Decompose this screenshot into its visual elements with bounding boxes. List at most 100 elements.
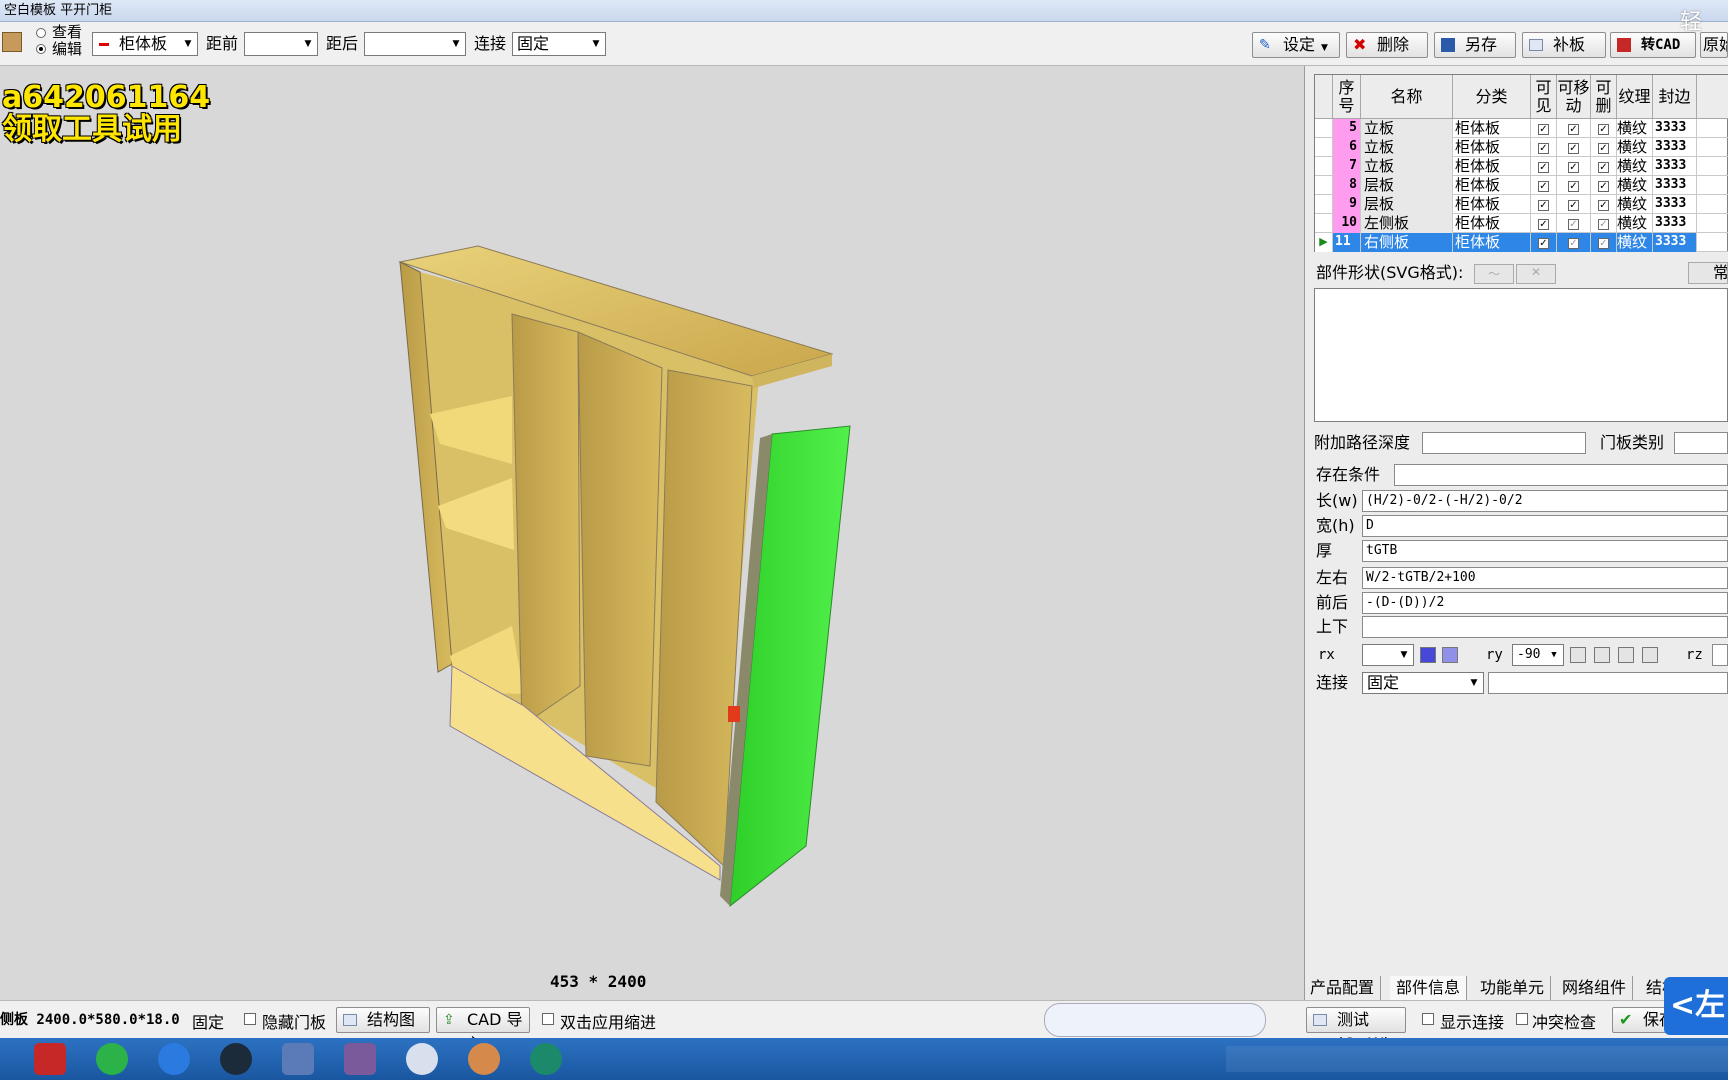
grid-header-category[interactable]: 分类 [1453,75,1531,119]
shape-draw-button[interactable]: 〜 [1474,264,1514,284]
deletable-checkbox[interactable]: ✓ [1591,119,1617,138]
visible-checkbox[interactable]: ✓ [1531,195,1557,214]
parts-grid[interactable]: 序号 名称 分类 可见 可移动 可删 纹理 封边 5 立板 柜体板 ✓ ✓ ✓ … [1314,74,1728,252]
ry-option-3-button[interactable] [1618,647,1634,663]
part-connect-extra-input[interactable] [1488,672,1728,694]
path-depth-label: 附加路径深度 [1314,433,1411,452]
rz-input[interactable] [1712,644,1728,666]
shape-clear-button[interactable]: ✕ [1516,264,1556,284]
movable-checkbox[interactable]: ✓ [1557,138,1591,157]
deletable-checkbox[interactable]: ✓ [1591,138,1617,157]
show-conn-checkbox[interactable] [1422,1013,1434,1025]
tab-product-config[interactable]: 产品配置 [1304,976,1382,1000]
app3-icon[interactable] [406,1043,438,1075]
table-row[interactable]: 8 层板 柜体板 ✓ ✓ ✓ 横纹 3333 [1315,176,1728,195]
3d-viewport[interactable]: a642061164 领取工具试用 453 * 2400 [0,66,1304,1000]
length-input[interactable]: (H/2)-0/2-(-H/2)-0/2 [1362,490,1728,512]
tab-part-info[interactable]: 部件信息 [1390,976,1468,1000]
movable-checkbox[interactable]: ✓ [1557,195,1591,214]
path-depth-input[interactable] [1422,432,1586,454]
visible-checkbox[interactable]: ✓ [1531,119,1557,138]
exist-condition-input[interactable] [1394,464,1728,486]
table-row[interactable]: 10 左侧板 柜体板 ✓ ✓ ✓ 横纹 3333 [1315,214,1728,233]
front-back-input[interactable]: -(D-(D))/2 [1362,592,1728,614]
structure-button[interactable]: 结构图 [336,1007,430,1033]
ry-option-4-button[interactable] [1642,647,1658,663]
table-row[interactable]: 7 立板 柜体板 ✓ ✓ ✓ 横纹 3333 [1315,157,1728,176]
ime-toolbar[interactable] [1044,1003,1266,1037]
tab-function-unit[interactable]: 功能单元 [1474,976,1552,1000]
width-input[interactable]: D [1362,515,1728,537]
board-type-select[interactable]: 柜体板 ▼ [92,32,198,56]
editor-icon[interactable] [282,1043,314,1075]
cad-import-button[interactable]: ⇪ CAD 导入 [436,1007,530,1053]
wood-icon[interactable] [2,32,22,52]
table-row[interactable]: 6 立板 柜体板 ✓ ✓ ✓ 横纹 3333 [1315,138,1728,157]
movable-checkbox[interactable]: ✓ [1557,157,1591,176]
connect-select[interactable]: 固定 ▼ [512,32,606,56]
deletable-checkbox[interactable]: ✓ [1591,157,1617,176]
visible-checkbox[interactable]: ✓ [1531,176,1557,195]
table-row[interactable]: 9 层板 柜体板 ✓ ✓ ✓ 横纹 3333 [1315,195,1728,214]
grid-header-deletable[interactable]: 可删 [1591,75,1617,119]
table-row[interactable]: 5 立板 柜体板 ✓ ✓ ✓ 横纹 3333 [1315,119,1728,138]
movable-checkbox[interactable]: ✓ [1557,119,1591,138]
part-connect-select[interactable]: 固定 ▼ [1362,672,1484,694]
movable-checkbox[interactable]: ✓ [1557,233,1591,252]
app2-icon[interactable] [344,1043,376,1075]
visible-checkbox[interactable]: ✓ [1531,214,1557,233]
shape-svg-editor[interactable] [1314,288,1728,422]
ry-select[interactable]: -90 ▼ [1512,644,1564,666]
visible-checkbox[interactable]: ✓ [1531,233,1557,252]
rx-select[interactable]: ▼ [1362,644,1414,666]
app4-icon[interactable] [468,1043,500,1075]
grid-header-name[interactable]: 名称 [1361,75,1453,119]
front-distance-select[interactable]: ▼ [244,32,318,56]
patch-button[interactable]: 补板 [1522,32,1606,58]
movable-checkbox[interactable]: ✓ [1557,214,1591,233]
left-right-input[interactable]: W/2-tGTB/2+100 [1362,567,1728,589]
test-button[interactable]: 测试(C+W) [1306,1007,1406,1053]
visible-checkbox[interactable]: ✓ [1531,138,1557,157]
radio-edit[interactable] [36,44,46,54]
deletable-checkbox[interactable]: ✓ [1591,233,1617,252]
shape-side-tab[interactable]: 常 [1688,262,1728,284]
deletable-checkbox[interactable]: ✓ [1591,176,1617,195]
original-button[interactable]: 原始 [1700,32,1728,58]
grid-header-movable[interactable]: 可移动 [1557,75,1591,119]
ry-option-2-button[interactable] [1594,647,1610,663]
visible-checkbox[interactable]: ✓ [1531,157,1557,176]
movable-checkbox[interactable]: ✓ [1557,176,1591,195]
thickness-input[interactable]: tGTB [1362,540,1728,562]
table-row-selected[interactable]: ▶ 11 右侧板 柜体板 ✓ ✓ ✓ 横纹 3333 [1315,233,1728,252]
grid-header-edge[interactable]: 封边 [1653,75,1697,119]
settings-button[interactable]: ✎ 设定 ▼ [1252,32,1340,58]
deletable-checkbox[interactable]: ✓ [1591,195,1617,214]
cabinet-3d-model[interactable] [0,66,1304,1000]
up-down-input[interactable] [1362,616,1728,638]
gear-icon[interactable] [220,1043,252,1075]
door-type-input[interactable] [1674,432,1728,454]
back-distance-select[interactable]: ▼ [364,32,466,56]
shield-icon[interactable] [158,1043,190,1075]
wechat-icon[interactable] [96,1043,128,1075]
dbl-click-checkbox[interactable] [542,1013,554,1025]
conflict-checkbox[interactable] [1516,1013,1528,1025]
grid-header-no[interactable]: 序号 [1333,75,1361,119]
hide-door-checkbox[interactable] [244,1013,256,1025]
grid-header-grain[interactable]: 纹理 [1617,75,1653,119]
app5-icon[interactable] [530,1043,562,1075]
ry-option-1-button[interactable] [1570,647,1586,663]
rx-option-button[interactable] [1442,647,1458,663]
system-tray[interactable] [1226,1046,1728,1072]
radio-view[interactable] [36,28,46,38]
deletable-checkbox[interactable]: ✓ [1591,214,1617,233]
left-badge[interactable]: <左 [1664,977,1728,1035]
rx-color-button[interactable] [1420,647,1436,663]
save-as-button[interactable]: 另存 [1434,32,1516,58]
grid-header-visible[interactable]: 可见 [1531,75,1557,119]
row-index: 5 [1333,119,1361,138]
app-icon[interactable] [34,1043,66,1075]
delete-button[interactable]: ✖ 删除 [1346,32,1428,58]
tab-network-component[interactable]: 网络组件 [1556,976,1634,1000]
